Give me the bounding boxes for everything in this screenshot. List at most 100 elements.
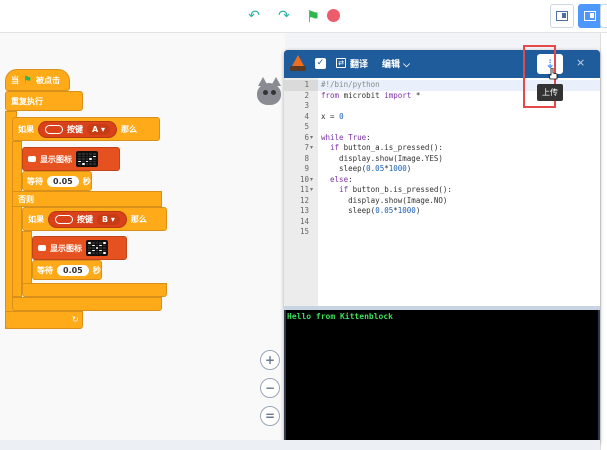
wait-block[interactable]: 等待 0.05 秒 [22, 171, 92, 191]
image-matrix[interactable] [86, 240, 108, 256]
sprite-cat-icon [255, 77, 283, 107]
fold-toggle-icon[interactable]: ▾ [310, 185, 313, 196]
translate-icon: ⇄ [336, 58, 346, 68]
if-else-foot [12, 297, 162, 311]
edit-menu[interactable]: 编辑 ⌵ [382, 57, 410, 70]
stage-panel [600, 33, 607, 450]
wait-input[interactable]: 0.05 [47, 175, 79, 187]
if-arm [12, 141, 22, 297]
console-output: Hello from Kittenblock [286, 310, 598, 444]
else-label-bar: 否则 [12, 191, 162, 207]
block-label: 那么 [130, 214, 147, 224]
button-icon [55, 214, 73, 224]
show-image-block[interactable]: 显示图标 [32, 236, 127, 260]
python-editor-window: ✓ ⇄ 翻译 编辑 ⌵ ⇣ × 1 #!/bin/python 2 from micr… [284, 50, 600, 444]
forever-block[interactable]: 重复执行 [5, 91, 83, 111]
undo-icon[interactable]: ↶ [244, 6, 264, 26]
normal-stage-button[interactable] [578, 4, 602, 28]
block-label: 否则 [18, 194, 34, 204]
code-line: sleep(0.05*1000) [321, 206, 421, 215]
microbit-icon [38, 245, 46, 251]
zoom-out-button[interactable]: − [260, 378, 280, 398]
block-label: 如果 [18, 124, 34, 134]
block-label: 那么 [121, 124, 138, 134]
dropdown-value: B [102, 214, 109, 224]
if-arm [22, 231, 32, 291]
small-stage-icon [556, 11, 568, 21]
translate-button[interactable]: 翻译 [350, 57, 368, 70]
code-line: x = 0 [321, 111, 344, 121]
small-stage-button[interactable] [550, 4, 574, 28]
fold-toggle-icon[interactable]: ▾ [310, 143, 313, 154]
code-line: #!/bin/python [321, 80, 380, 89]
block-label: 按键 [67, 124, 83, 134]
block-label: 如果 [28, 214, 44, 224]
button-dropdown[interactable]: B ▾ [97, 213, 120, 225]
green-flag-icon: ⚑ [23, 74, 32, 86]
green-flag-icon[interactable]: ⚑ [303, 6, 323, 26]
button-icon [45, 124, 63, 134]
code-line: if button_b.is_pressed(): [339, 185, 452, 194]
button-pressed-block[interactable]: 按键 B ▾ [48, 210, 127, 228]
block-label: 秒 [92, 265, 101, 275]
blocks-workspace[interactable]: 当 ⚑ 被点击 重复执行 ↻ 如果 按键 A ▾ 那么 显示图标 等待 0.05… [0, 33, 285, 450]
when-flag-clicked-block[interactable]: 当 ⚑ 被点击 [5, 69, 70, 91]
block-label: 重复执行 [11, 96, 43, 106]
code-line: else: [330, 174, 353, 184]
line-number: 5 [304, 122, 309, 131]
line-number: 2 [304, 90, 309, 100]
if-foot [22, 283, 167, 297]
zoom-in-icon: + [264, 353, 276, 367]
block-label: 秒 [82, 176, 91, 186]
line-number: 14 [299, 216, 309, 226]
code-editor[interactable]: 1 #!/bin/python 2 from microbit import * 3 4 x… [284, 78, 600, 306]
wait-block[interactable]: 等待 0.05 秒 [32, 260, 102, 280]
fold-toggle-icon[interactable]: ▾ [310, 133, 313, 144]
line-number: 3 [304, 101, 309, 110]
code-line: display.show(Image.NO) [321, 195, 448, 205]
if-block[interactable]: 如果 按键 B ▾ 那么 [22, 207, 167, 231]
horizontal-scrollbar[interactable] [0, 440, 600, 450]
wait-input[interactable]: 0.05 [57, 264, 89, 276]
image-matrix[interactable] [76, 151, 98, 167]
code-line: from microbit import * [321, 90, 421, 100]
block-label: 按键 [77, 214, 93, 224]
zoom-reset-button[interactable]: = [260, 406, 280, 426]
fold-toggle-icon[interactable]: ▾ [310, 175, 313, 186]
dropdown-value: A [92, 124, 99, 134]
block-label: 显示图标 [50, 243, 82, 253]
redo-icon[interactable]: ↷ [274, 6, 294, 26]
button-dropdown[interactable]: A ▾ [87, 123, 111, 135]
forever-foot: ↻ [5, 311, 83, 329]
hand-cursor-icon [548, 68, 558, 80]
line-number: 9 [304, 164, 309, 173]
line-number: 12 [299, 195, 309, 205]
kittenblock-logo-icon [290, 55, 306, 71]
block-label: 当 [11, 75, 19, 85]
line-number: 4 [304, 111, 309, 121]
block-label: 被点击 [35, 75, 60, 85]
code-line: while True: [321, 132, 371, 142]
line-number: 1 [284, 80, 318, 91]
block-label: 等待 [37, 265, 53, 275]
checkbox-icon[interactable]: ✓ [315, 58, 326, 69]
show-image-block[interactable]: 显示图标 [22, 147, 120, 171]
normal-stage-icon [584, 11, 596, 21]
upload-tooltip: 上传 [537, 84, 563, 101]
button-pressed-block[interactable]: 按键 A ▾ [38, 120, 118, 138]
code-line: if button_a.is_pressed(): [330, 143, 443, 152]
line-number: 8 [304, 153, 309, 163]
edit-menu-label: 编辑 [382, 60, 401, 70]
close-icon[interactable]: × [576, 56, 585, 69]
code-line: sleep(0.05*1000) [321, 164, 412, 173]
stop-icon[interactable] [327, 9, 340, 22]
block-label: 等待 [27, 176, 43, 186]
zoom-out-icon: − [264, 381, 276, 395]
fullscreen-button[interactable] [600, 4, 607, 28]
block-label: 显示图标 [40, 154, 72, 164]
repeat-arrow-icon: ↻ [72, 315, 79, 324]
if-else-block[interactable]: 如果 按键 A ▾ 那么 [12, 117, 160, 141]
code-line: display.show(Image.YES) [321, 153, 443, 163]
zoom-in-button[interactable]: + [260, 350, 280, 370]
chevron-down-icon: ⌵ [400, 60, 410, 70]
